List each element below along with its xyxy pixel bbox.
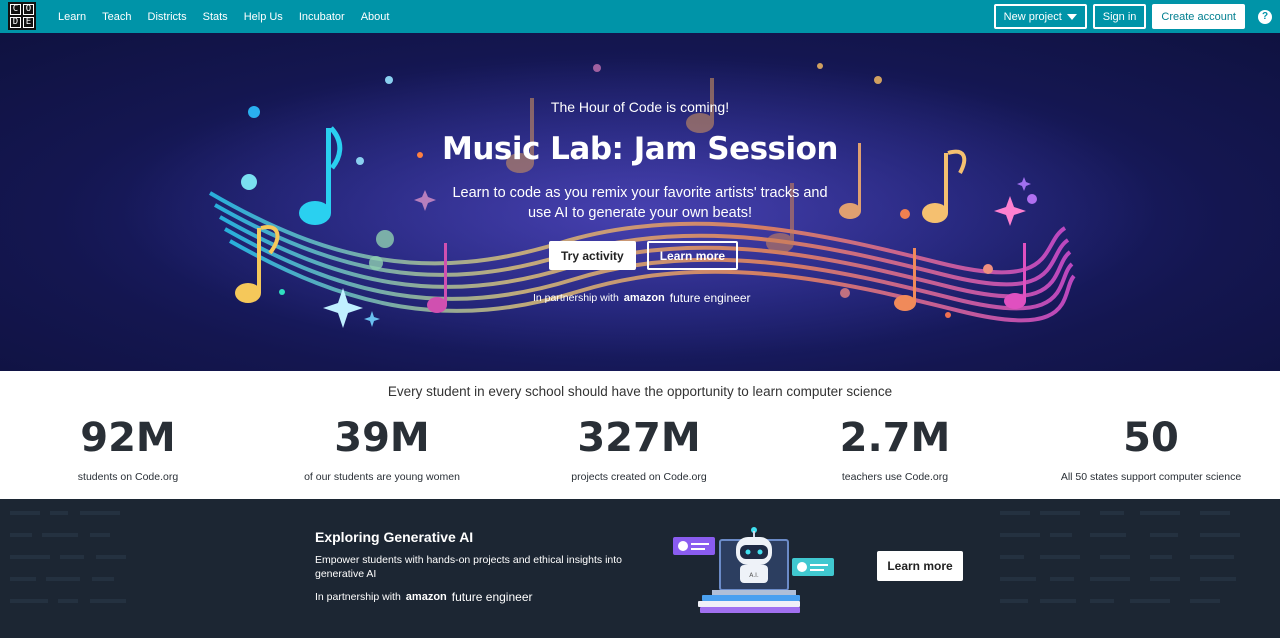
amazon-logo: amazon xyxy=(623,292,665,304)
nav-link-help-us[interactable]: Help Us xyxy=(244,11,283,23)
top-navigation-bar: C O D E Learn Teach Districts Stats Help… xyxy=(0,0,1280,33)
ai-section-description: Empower students with hands-on projects … xyxy=(315,554,623,580)
robot-label: A.I. xyxy=(749,572,759,579)
nav-link-incubator[interactable]: Incubator xyxy=(299,11,345,23)
sign-in-button[interactable]: Sign in xyxy=(1092,4,1147,29)
stats-headline: Every student in every school should hav… xyxy=(387,384,893,399)
stat-teachers: 2.7M teachers use Code.org xyxy=(767,415,1023,483)
stat-label: of our students are young women xyxy=(304,471,460,483)
stat-young-women: 39M of our students are young women xyxy=(254,415,510,483)
new-project-button[interactable]: New project xyxy=(993,4,1087,29)
new-project-label: New project xyxy=(1003,10,1062,23)
generative-ai-section: Exploring Generative AI Empower students… xyxy=(0,499,1280,638)
nav-link-about[interactable]: About xyxy=(361,11,390,23)
stat-states: 50 All 50 states support computer scienc… xyxy=(1023,415,1279,483)
nav-link-stats[interactable]: Stats xyxy=(203,11,228,23)
future-engineer-logo: future engineer xyxy=(669,291,751,305)
chevron-down-icon xyxy=(1066,13,1077,20)
logo-letter-c: C xyxy=(10,4,21,15)
ai-robot-illustration: A.I. xyxy=(673,527,834,613)
stat-projects: 327M projects created on Code.org xyxy=(511,415,767,483)
nav-actions: New project Sign in Create account ? xyxy=(993,4,1272,29)
try-activity-button[interactable]: Try activity xyxy=(549,241,636,270)
hero-eyebrow: The Hour of Code is coming! xyxy=(550,99,730,115)
stat-label: All 50 states support computer science xyxy=(1060,471,1242,483)
nav-link-districts[interactable]: Districts xyxy=(148,11,187,23)
logo-letter-e: E xyxy=(23,17,34,28)
hero-learn-more-button[interactable]: Learn more xyxy=(646,241,739,270)
ai-partnership: In partnership with amazon future engine… xyxy=(315,590,533,604)
stat-value: 50 xyxy=(1123,415,1179,461)
partner-prefix: In partnership with xyxy=(533,292,619,304)
hero-title: Music Lab: Jam Session xyxy=(441,131,839,167)
stats-section: Every student in every school should hav… xyxy=(0,371,1280,499)
stat-value: 92M xyxy=(80,415,176,461)
hero-buttons: Try activity Learn more xyxy=(549,241,739,270)
hero-description: Learn to code as you remix your favorite… xyxy=(452,185,828,221)
help-icon[interactable]: ? xyxy=(1258,9,1272,24)
amazon-logo: amazon xyxy=(405,591,447,603)
future-engineer-logo: future engineer xyxy=(451,590,533,604)
stat-label: teachers use Code.org xyxy=(841,471,949,483)
stat-label: projects created on Code.org xyxy=(571,471,707,483)
logo-letter-o: O xyxy=(23,4,34,15)
stat-value: 327M xyxy=(577,415,701,461)
hero-banner: The Hour of Code is coming! Music Lab: J… xyxy=(0,33,1280,371)
logo-letter-d: D xyxy=(10,17,21,28)
nav-link-teach[interactable]: Teach xyxy=(102,11,131,23)
code-org-logo[interactable]: C O D E xyxy=(8,2,36,30)
nav-links: Learn Teach Districts Stats Help Us Incu… xyxy=(50,0,397,33)
stat-value: 39M xyxy=(334,415,430,461)
partner-prefix: In partnership with xyxy=(315,591,401,603)
stat-value: 2.7M xyxy=(839,415,951,461)
stat-students: 92M students on Code.org xyxy=(0,415,256,483)
ai-learn-more-button[interactable]: Learn more xyxy=(877,551,963,581)
hero-partnership: In partnership with amazon future engine… xyxy=(533,291,751,305)
ai-section-title: Exploring Generative AI xyxy=(315,529,474,545)
create-account-button[interactable]: Create account xyxy=(1152,4,1245,29)
background-pattern xyxy=(10,511,1240,603)
stat-label: students on Code.org xyxy=(77,471,179,483)
nav-link-learn[interactable]: Learn xyxy=(58,11,86,23)
